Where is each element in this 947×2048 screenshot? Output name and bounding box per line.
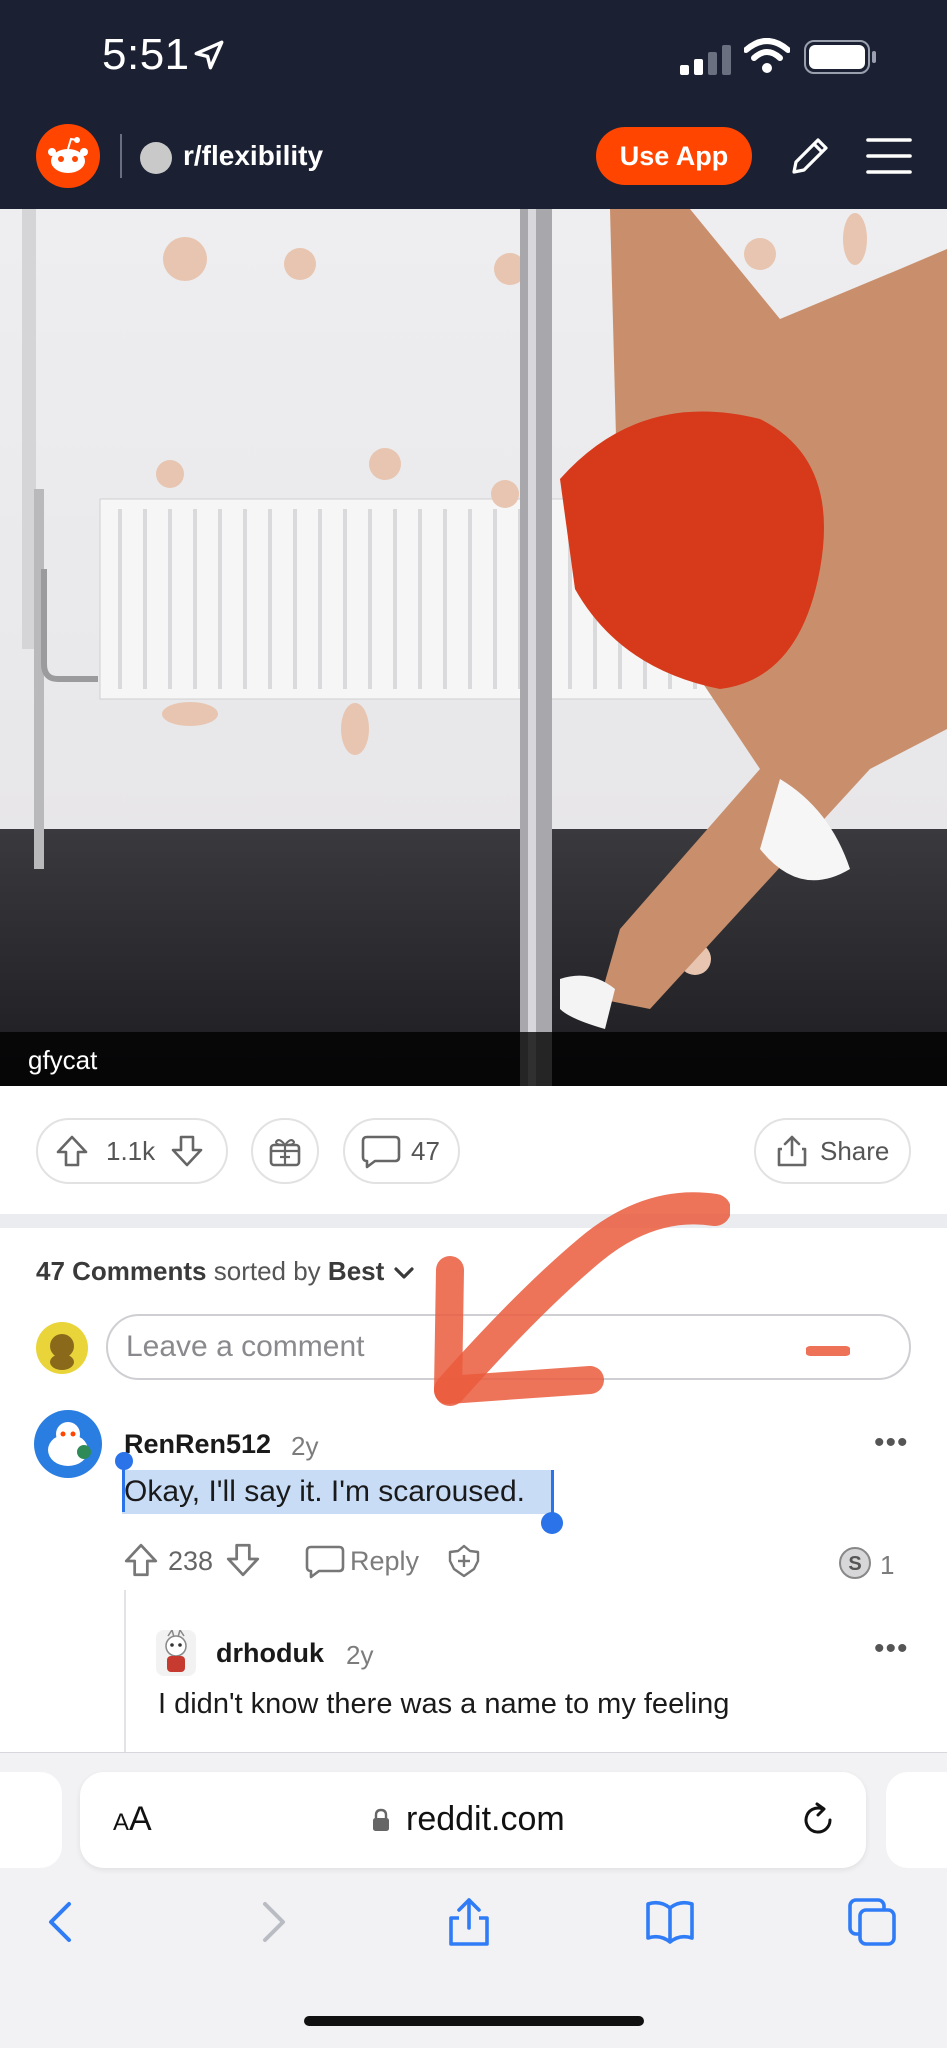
selection-end-handle[interactable] [541,1512,563,1534]
previous-tab-peek[interactable] [0,1772,62,1868]
url-text[interactable]: reddit.com [406,1800,565,1839]
lock-icon [373,1808,389,1831]
reddit-logo-icon[interactable] [36,124,100,188]
next-tab-peek[interactable] [886,1772,947,1868]
chevron-down-icon[interactable] [392,1264,416,1282]
page-settings-button[interactable]: AA [113,1800,152,1839]
location-arrow-icon [194,40,224,70]
downvote-icon[interactable] [169,1133,205,1169]
annotation-dash-mark [806,1346,850,1356]
reply-age: 2y [346,1640,374,1670]
comment-input-placeholder[interactable]: Leave a comment [126,1330,364,1364]
header-divider [120,134,122,178]
comments-sort-line[interactable]: 47 Comments sorted by Best [36,1256,416,1287]
gift-award-icon [269,1139,301,1167]
share-icon [777,1135,807,1167]
reply-bubble-icon[interactable] [305,1543,345,1579]
share-sheet-icon[interactable] [443,1896,495,1948]
home-indicator[interactable] [304,2016,644,2026]
status-time: 5:51 [102,30,190,79]
forward-icon[interactable] [245,1896,297,1948]
comment-award-count: 1 [880,1550,895,1580]
subreddit-avatar[interactable] [140,142,172,174]
reply-body[interactable]: I didn't know there was a name to my fee… [158,1688,729,1721]
comment-upvote-icon[interactable] [122,1541,160,1579]
current-user-avatar [36,1322,88,1374]
comments-button[interactable]: 47 [343,1118,460,1184]
post-comment-count: 47 [411,1135,440,1166]
comment-age: 2y [291,1431,319,1461]
comment-author[interactable]: RenRen512 [124,1429,271,1460]
selection-end-bar [551,1470,554,1518]
thread-line[interactable] [124,1590,126,1752]
award-button[interactable] [251,1118,319,1184]
comment-award-icon[interactable] [446,1543,482,1579]
selection-start-handle[interactable] [115,1452,133,1470]
comment-downvote-icon[interactable] [224,1541,262,1579]
post-score: 1.1k [106,1135,156,1166]
vote-pill: 1.1k [36,1118,228,1184]
aa-small-letter: A [113,1809,130,1836]
reply-more-button[interactable]: ••• [874,1632,909,1666]
video-frame-illustration [22,209,947,1086]
comments-count-label: 47 Comments [36,1256,207,1286]
wifi-icon [744,38,790,73]
aa-large-letter: A [129,1800,152,1838]
share-button[interactable]: Share [754,1118,911,1184]
video-source-label[interactable]: gfycat [28,1045,97,1076]
comment-body[interactable]: Okay, I'll say it. I'm scaroused. [124,1475,525,1509]
battery-icon [804,40,876,74]
subreddit-name[interactable]: r/flexibility [183,140,323,172]
create-post-pencil-icon[interactable] [786,134,832,180]
svg-text:S: S [848,1553,861,1575]
sorted-by-label: sorted by [213,1256,321,1286]
annotation-arrow-drawing [434,1192,730,1406]
reply-author[interactable]: drhoduk [216,1638,324,1669]
back-icon[interactable] [37,1896,89,1948]
silver-award-icon: S [839,1547,871,1579]
comment-more-button[interactable]: ••• [874,1426,909,1460]
comment-author-avatar[interactable] [34,1410,102,1478]
cellular-signal-icon [680,45,731,75]
upvote-icon[interactable] [54,1133,90,1169]
use-app-button[interactable]: Use App [596,127,752,185]
reload-icon[interactable] [798,1800,838,1840]
video-source-bar [0,1032,947,1086]
reply-author-avatar[interactable] [156,1628,196,1676]
comment-bubble-icon [361,1135,401,1169]
comment-score: 238 [168,1546,214,1576]
bookmarks-icon[interactable] [644,1896,696,1948]
tabs-icon[interactable] [846,1896,898,1948]
post-video[interactable]: gfycat [0,209,947,1086]
sort-value[interactable]: Best [328,1256,384,1286]
comment-reply-button[interactable]: Reply [350,1546,419,1577]
hamburger-menu-icon[interactable] [866,136,912,176]
share-label: Share [820,1135,890,1166]
